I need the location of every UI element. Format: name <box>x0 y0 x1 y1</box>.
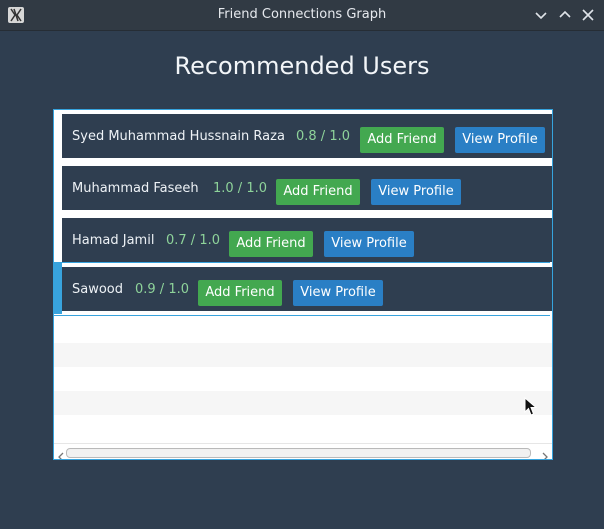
list-item: Muhammad Faseeh 1.0 / 1.0 Add Friend Vie… <box>62 166 552 210</box>
user-name: Sawood <box>72 282 124 297</box>
view-profile-button[interactable]: View Profile <box>371 179 461 205</box>
page-title: Recommended Users <box>174 52 430 80</box>
user-score: 0.7 / 1.0 <box>166 233 220 248</box>
add-friend-button[interactable]: Add Friend <box>276 179 360 205</box>
window-title: Friend Connections Graph <box>217 7 387 22</box>
chevron-up-icon[interactable] <box>557 7 573 23</box>
list-item: Syed Muhammad Hussnain Raza 0.8 / 1.0 Ad… <box>62 114 552 158</box>
title-bar: Friend Connections Graph <box>0 0 604 31</box>
empty-row <box>54 415 552 439</box>
user-score: 0.9 / 1.0 <box>135 282 189 297</box>
empty-row <box>54 367 552 391</box>
view-profile-button[interactable]: View Profile <box>293 280 383 306</box>
add-friend-button[interactable]: Add Friend <box>229 231 313 257</box>
user-score: 0.8 / 1.0 <box>296 129 350 144</box>
view-profile-button[interactable]: View Profile <box>455 127 545 153</box>
mouse-pointer-icon <box>524 396 538 421</box>
add-friend-button[interactable]: Add Friend <box>198 280 282 306</box>
user-score: 1.0 / 1.0 <box>213 181 267 196</box>
empty-row <box>54 391 552 415</box>
view-profile-button[interactable]: View Profile <box>324 231 414 257</box>
user-name: Muhammad Faseeh <box>72 181 199 196</box>
arrow-left-icon[interactable] <box>57 447 65 459</box>
close-icon[interactable] <box>580 7 596 23</box>
empty-row <box>54 319 552 343</box>
chevron-down-icon[interactable] <box>533 7 549 23</box>
selection-marker <box>54 262 62 314</box>
recommended-users-list[interactable]: Syed Muhammad Hussnain Raza 0.8 / 1.0 Ad… <box>53 109 553 460</box>
arrow-right-icon[interactable] <box>541 447 549 459</box>
empty-row <box>54 343 552 367</box>
add-friend-button[interactable]: Add Friend <box>360 127 444 153</box>
scrollbar-thumb[interactable] <box>66 448 531 458</box>
horizontal-scrollbar[interactable] <box>54 443 552 459</box>
list-item-selected: Sawood 0.9 / 1.0 Add Friend View Profile <box>62 267 552 311</box>
user-name: Syed Muhammad Hussnain Raza <box>72 129 285 144</box>
user-name: Hamad Jamil <box>72 233 155 248</box>
list-item: Hamad Jamil 0.7 / 1.0 Add Friend View Pr… <box>62 218 552 262</box>
